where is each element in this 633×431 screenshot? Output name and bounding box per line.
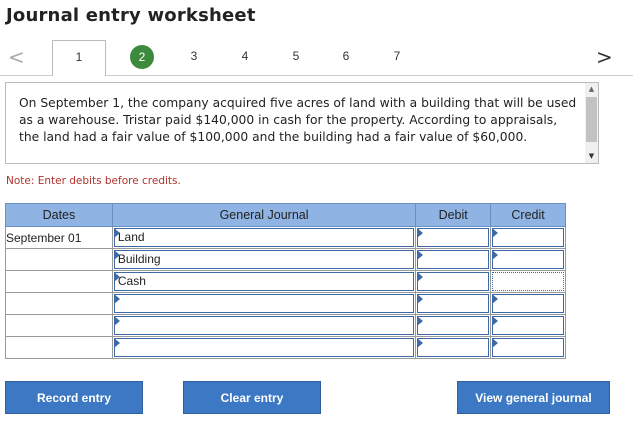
account-cell[interactable]: Land	[111, 226, 417, 249]
credit-input-focused[interactable]	[492, 272, 564, 291]
worksheet-title: Journal entry worksheet	[6, 5, 256, 26]
account-input[interactable]: Building	[113, 250, 415, 269]
dropdown-flag-icon	[492, 338, 499, 348]
table-row	[5, 336, 566, 359]
dropdown-flag-icon	[417, 272, 424, 282]
tab-1[interactable]: 1	[52, 40, 106, 76]
active-tab-gap	[53, 75, 104, 76]
account-cell[interactable]	[111, 292, 417, 315]
table-row	[5, 292, 566, 315]
credit-input[interactable]	[492, 250, 564, 269]
scroll-thumb[interactable]	[586, 97, 597, 142]
general-journal-header: General Journal	[111, 203, 417, 227]
dropdown-flag-icon	[492, 316, 499, 326]
dropdown-flag-icon	[113, 294, 120, 304]
prev-arrow-icon[interactable]: <	[8, 45, 25, 69]
transaction-description: On September 1, the company acquired fiv…	[19, 96, 577, 144]
debit-input[interactable]	[417, 250, 490, 269]
account-input[interactable]: Land	[113, 228, 415, 247]
dropdown-flag-icon	[113, 250, 120, 260]
view-general-journal-button[interactable]: View general journal	[457, 381, 610, 414]
debit-input[interactable]	[417, 338, 490, 357]
clear-entry-button[interactable]: Clear entry	[183, 381, 321, 414]
date-cell: September 01	[5, 226, 113, 249]
date-cell	[5, 314, 113, 337]
debit-header: Debit	[415, 203, 492, 227]
dropdown-flag-icon	[113, 228, 120, 238]
account-input[interactable]	[113, 338, 415, 357]
debit-input[interactable]	[417, 294, 490, 313]
scroll-down-icon[interactable]: ▼	[586, 151, 597, 161]
debit-cell[interactable]	[415, 226, 492, 249]
tab-7[interactable]: 7	[385, 44, 409, 68]
dropdown-flag-icon	[113, 316, 120, 326]
debit-cell[interactable]	[415, 292, 492, 315]
account-cell[interactable]	[111, 314, 417, 337]
credit-cell[interactable]	[490, 226, 566, 249]
debit-input[interactable]	[417, 316, 490, 335]
debit-input[interactable]	[417, 272, 490, 291]
credit-input[interactable]	[492, 228, 564, 247]
credit-cell[interactable]	[490, 314, 566, 337]
account-cell[interactable]	[111, 336, 417, 359]
tab-6[interactable]: 6	[334, 44, 358, 68]
dates-header: Dates	[5, 203, 113, 227]
credit-input[interactable]	[492, 338, 564, 357]
tab-2-completed[interactable]: 2	[130, 45, 154, 69]
dropdown-flag-icon	[417, 250, 424, 260]
tab-4[interactable]: 4	[233, 44, 257, 68]
table-row: September 01 Land	[5, 226, 566, 249]
debit-cell[interactable]	[415, 270, 492, 293]
dropdown-flag-icon	[417, 338, 424, 348]
table-row	[5, 314, 566, 337]
account-input[interactable]: Cash	[113, 272, 415, 291]
journal-table: Dates General Journal Debit Credit Septe…	[5, 203, 566, 359]
credit-cell[interactable]	[490, 292, 566, 315]
table-header-row: Dates General Journal Debit Credit	[5, 203, 566, 227]
next-arrow-icon[interactable]: >	[596, 45, 613, 69]
credit-cell[interactable]	[490, 270, 566, 293]
date-cell	[5, 270, 113, 293]
credit-input[interactable]	[492, 316, 564, 335]
account-input[interactable]	[113, 294, 415, 313]
debit-cell[interactable]	[415, 248, 492, 271]
entry-note: Note: Enter debits before credits.	[6, 175, 181, 187]
dropdown-flag-icon	[113, 338, 120, 348]
dropdown-flag-icon	[417, 228, 424, 238]
date-cell	[5, 336, 113, 359]
date-cell	[5, 292, 113, 315]
credit-input[interactable]	[492, 294, 564, 313]
tab-5[interactable]: 5	[284, 44, 308, 68]
record-entry-button[interactable]: Record entry	[5, 381, 143, 414]
dropdown-flag-icon	[417, 316, 424, 326]
credit-cell[interactable]	[490, 336, 566, 359]
dropdown-flag-icon	[113, 272, 120, 282]
dropdown-flag-icon	[492, 250, 499, 260]
dropdown-flag-icon	[417, 294, 424, 304]
credit-header: Credit	[490, 203, 566, 227]
date-cell	[5, 248, 113, 271]
debit-cell[interactable]	[415, 336, 492, 359]
dropdown-flag-icon	[492, 228, 499, 238]
dropdown-flag-icon	[492, 294, 499, 304]
tab-3[interactable]: 3	[182, 44, 206, 68]
credit-cell[interactable]	[490, 248, 566, 271]
account-cell[interactable]: Cash	[111, 270, 417, 293]
account-input[interactable]	[113, 316, 415, 335]
table-row: Building	[5, 248, 566, 271]
account-cell[interactable]: Building	[111, 248, 417, 271]
scroll-up-icon[interactable]: ▲	[586, 84, 597, 94]
debit-cell[interactable]	[415, 314, 492, 337]
debit-input[interactable]	[417, 228, 490, 247]
table-row: Cash	[5, 270, 566, 293]
